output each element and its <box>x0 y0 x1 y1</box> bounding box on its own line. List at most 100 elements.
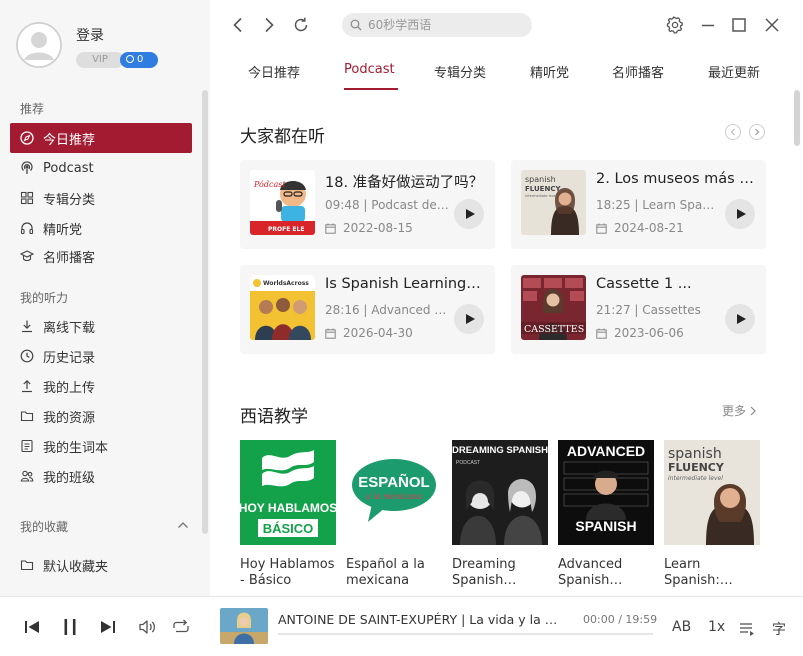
tab-today[interactable]: 今日推荐 <box>248 62 300 81</box>
album-cover-line-2: PODCAST <box>456 460 480 466</box>
sidebar-item-label: 默认收藏夹 <box>43 559 109 575</box>
sidebar-item-intensive[interactable]: 精听党 <box>10 213 192 243</box>
play-button[interactable] <box>454 199 484 229</box>
topbar: 今日推荐 Podcast 专辑分类 精听党 名师播客 最近更新 <box>210 0 803 90</box>
calendar-icon <box>596 328 607 339</box>
album-item[interactable]: ESPAÑOL a la mexicana Español a la mexic… <box>346 440 442 589</box>
sidebar-item-label: 离线下载 <box>43 320 96 336</box>
album-cover: ESPAÑOL a la mexicana <box>346 440 442 545</box>
sidebar-item-resources[interactable]: 我的资源 <box>10 401 192 431</box>
progress-bar[interactable] <box>278 633 653 635</box>
close-button[interactable] <box>763 16 781 34</box>
sidebar-item-default-favorites[interactable]: 默认收藏夹 <box>10 550 192 580</box>
pause-button[interactable] <box>60 617 80 637</box>
sidebar-item-podcast[interactable]: Podcast <box>10 153 192 183</box>
maximize-button[interactable] <box>730 16 748 34</box>
content-scrollbar[interactable] <box>794 90 800 146</box>
login-link[interactable]: 登录 <box>76 25 104 45</box>
sidebar-item-categories[interactable]: 专辑分类 <box>10 183 192 213</box>
playlist-button[interactable] <box>737 618 757 638</box>
sidebar-item-label: 我的生词本 <box>43 440 109 456</box>
sidebar-item-label: 专辑分类 <box>43 192 96 208</box>
tab-intensive[interactable]: 精听党 <box>530 62 569 81</box>
carousel-next-button[interactable] <box>749 124 765 140</box>
carousel-prev-button[interactable] <box>725 124 741 140</box>
sidebar-item-today[interactable]: 今日推荐 <box>10 123 192 153</box>
episode-cover: CASSETTES <box>521 275 586 340</box>
sidebar-scrollbar[interactable] <box>202 90 208 534</box>
search-box[interactable] <box>342 13 532 37</box>
cover-line-2: FLUENCY <box>525 185 561 193</box>
episode-card[interactable]: spanish FLUENCY intermediate level 2. Lo… <box>511 160 766 249</box>
play-button[interactable] <box>725 199 755 229</box>
forward-button[interactable] <box>260 16 278 34</box>
chevron-up-icon[interactable] <box>176 518 190 532</box>
more-link[interactable]: 更多 <box>722 402 757 419</box>
episode-title: 18. 准备好做运动了吗？ <box>325 175 484 191</box>
tab-recent[interactable]: 最近更新 <box>708 62 760 81</box>
album-item[interactable]: ADVANCED SPANISH Advanced Spanish Podcas… <box>558 440 654 589</box>
sidebar-item-label: 我的班级 <box>43 470 96 486</box>
episode-subtitle: 09:48 | Podcast de Profe de ELE <box>325 198 450 212</box>
now-playing-cover[interactable] <box>220 608 268 644</box>
section-title-listening: 我的听力 <box>20 291 69 305</box>
coin-icon <box>126 55 134 63</box>
skip-forward-icon <box>101 621 115 633</box>
chevron-right-icon <box>265 17 274 33</box>
episode-card[interactable]: WorldsAcross Is Spanish Learning Hard? 2… <box>240 265 495 354</box>
episode-date: 2024-08-21 <box>596 221 684 235</box>
back-button[interactable] <box>229 16 247 34</box>
album-item[interactable]: spanish FLUENCY intermediate level Learn… <box>664 440 760 589</box>
next-button[interactable] <box>98 617 118 637</box>
volume-button[interactable] <box>137 617 157 637</box>
tab-teachers[interactable]: 名师播客 <box>612 62 664 81</box>
previous-button[interactable] <box>22 617 42 637</box>
speed-button[interactable]: 1x <box>708 619 725 635</box>
repeat-button[interactable] <box>171 617 191 637</box>
subtitle-button[interactable]: 字 <box>772 619 786 639</box>
episode-date-text: 2023-06-06 <box>614 326 684 340</box>
episode-card[interactable]: CASSETTES Cassette 1 ... 21:27 | Cassett… <box>511 265 766 354</box>
episode-card[interactable]: Pódcast PROFE ELE 18. 准备好做运动了吗？ 09:48 | … <box>240 160 495 249</box>
folder-icon <box>20 411 34 422</box>
playback-time: 00:00 / 19:59 <box>583 613 658 626</box>
tab-categories[interactable]: 专辑分类 <box>434 62 486 81</box>
play-icon <box>737 209 746 219</box>
episode-title: 2. Los museos más famosos <box>596 171 756 187</box>
folder-icon <box>20 560 34 571</box>
minimize-button[interactable] <box>699 16 717 34</box>
album-cover-line-2: SPANISH <box>575 518 636 534</box>
sidebar-item-uploads[interactable]: 我的上传 <box>10 371 192 401</box>
pause-icon <box>64 619 76 635</box>
refresh-icon <box>294 17 308 32</box>
search-input[interactable] <box>368 18 518 32</box>
calendar-icon <box>325 223 336 234</box>
volume-icon <box>139 620 155 634</box>
minimize-icon <box>702 24 714 27</box>
play-button[interactable] <box>725 304 755 334</box>
settings-button[interactable] <box>666 16 684 34</box>
sidebar-item-vocabulary[interactable]: 我的生词本 <box>10 431 192 461</box>
album-cover-line-1: HOY HABLAMOS <box>240 501 336 515</box>
ab-repeat-button[interactable]: AB <box>672 619 691 635</box>
calendar-icon <box>596 223 607 234</box>
main-content: 大家都在听 Pódcast PROFE ELE 18. 准备好做运动了吗？ 09… <box>210 90 803 596</box>
refresh-button[interactable] <box>292 16 310 34</box>
sidebar-item-offline[interactable]: 离线下载 <box>10 311 192 341</box>
play-button[interactable] <box>454 304 484 334</box>
sidebar-item-history[interactable]: 历史记录 <box>10 341 192 371</box>
sidebar-item-teachers[interactable]: 名师播客 <box>10 241 192 271</box>
album-cover-line-1: ESPAÑOL <box>358 473 429 491</box>
album-cover: DREAMING SPANISH PODCAST <box>452 440 548 545</box>
play-icon <box>737 314 746 324</box>
coin-badge[interactable]: 0 <box>120 52 158 68</box>
album-cover-line-3: intermediate level <box>668 475 723 482</box>
search-icon <box>350 19 362 31</box>
avatar[interactable] <box>16 22 62 68</box>
album-item[interactable]: DREAMING SPANISH PODCAST Dreaming Spanis… <box>452 440 548 589</box>
vip-badge[interactable]: VIP <box>76 52 124 68</box>
close-icon <box>765 18 779 32</box>
sidebar-item-class[interactable]: 我的班级 <box>10 461 192 491</box>
tab-podcast[interactable]: Podcast <box>344 62 395 77</box>
album-item[interactable]: HOY HABLAMOS BÁSICO Hoy Hablamos - Básic… <box>240 440 336 589</box>
